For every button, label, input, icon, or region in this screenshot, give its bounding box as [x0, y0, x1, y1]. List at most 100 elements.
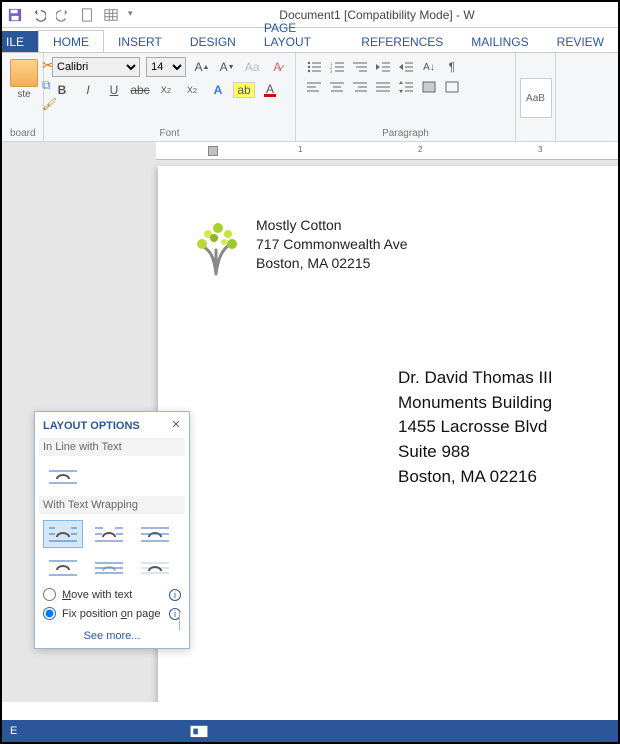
ruler-tick-3: 3 [538, 145, 542, 154]
undo-icon[interactable] [32, 8, 46, 22]
sort-icon[interactable]: A↓ [419, 57, 439, 77]
status-macro-icon[interactable] [190, 723, 208, 739]
show-marks-icon[interactable]: ¶ [442, 57, 462, 77]
layout-through-icon[interactable] [135, 520, 175, 548]
sender-block: Mostly Cotton 717 Commonwealth Ave Bosto… [188, 216, 618, 276]
underline-button[interactable]: U [104, 80, 124, 100]
align-center-icon[interactable] [327, 77, 347, 97]
info-icon[interactable]: i [169, 589, 181, 601]
recipient-suite: Suite 988 [398, 440, 618, 465]
layout-options-panel: ✕ LAYOUT OPTIONS In Line with Text With … [34, 411, 190, 649]
indent-marker-icon[interactable] [208, 146, 218, 156]
paste-icon[interactable] [10, 59, 38, 87]
sender-street: 717 Commonwealth Ave [256, 235, 408, 254]
window-title: Document1 [Compatibility Mode] - W [142, 8, 612, 22]
numbering-icon[interactable]: 123 [327, 57, 347, 77]
font-name-select[interactable]: Calibri [52, 57, 140, 77]
layout-inline-icon[interactable] [43, 462, 83, 490]
fix-position-input[interactable] [43, 607, 56, 620]
close-icon[interactable]: ✕ [169, 418, 183, 432]
clipboard-group-label: board [10, 126, 35, 139]
inline-section-label: In Line with Text [39, 438, 185, 456]
bold-button[interactable]: B [52, 80, 72, 100]
layout-behind-icon[interactable] [89, 554, 129, 582]
layout-topbottom-icon[interactable] [43, 554, 83, 582]
sender-address: Mostly Cotton 717 Commonwealth Ave Bosto… [256, 216, 408, 276]
document-page[interactable]: Mostly Cotton 717 Commonwealth Ave Bosto… [158, 166, 618, 702]
group-paragraph: 123 A↓ ¶ Paragraph [296, 53, 516, 141]
change-case-icon[interactable]: Aa [243, 57, 262, 77]
strikethrough-button[interactable]: abc [130, 80, 150, 100]
redo-icon[interactable] [56, 8, 70, 22]
move-with-text-radio[interactable]: Move with text i [43, 588, 181, 601]
shrink-font-icon[interactable]: A▼ [218, 57, 237, 77]
tab-insert[interactable]: INSERT [104, 31, 176, 52]
ribbon: ste ✂ ⧉ 🖌 board Calibri 14 A▲ A▼ Aa A̷ B… [2, 52, 618, 142]
recipient-street: 1455 Lacrosse Blvd [398, 415, 618, 440]
group-styles: AaB [516, 53, 556, 141]
status-left: E [10, 725, 17, 737]
wrap-section-label: With Text Wrapping [39, 496, 185, 514]
fix-position-radio[interactable]: Fix position on page i [43, 607, 181, 620]
tab-home[interactable]: HOME [38, 30, 104, 52]
layout-front-icon[interactable] [135, 554, 175, 582]
paragraph-row2 [304, 77, 507, 97]
layout-options-title: LAYOUT OPTIONS [43, 420, 181, 432]
sender-name: Mostly Cotton [256, 216, 408, 235]
horizontal-ruler[interactable]: 1 2 3 [156, 142, 618, 160]
font-size-select[interactable]: 14 [146, 57, 186, 77]
ruler-tick-2: 2 [418, 145, 422, 154]
recipient-address: Dr. David Thomas III Monuments Building … [398, 366, 618, 489]
status-bar: E [2, 720, 618, 742]
recipient-name: Dr. David Thomas III [398, 366, 618, 391]
tab-mailings[interactable]: MAILINGS [457, 31, 542, 52]
highlight-icon[interactable]: ab [234, 80, 254, 100]
quick-access-toolbar: ▾ [8, 8, 142, 22]
italic-button[interactable]: I [78, 80, 98, 100]
paste-label: ste [17, 89, 30, 100]
new-icon[interactable] [80, 8, 94, 22]
ribbon-tabs: ILE HOME INSERT DESIGN PAGE LAYOUT REFER… [2, 28, 618, 52]
group-font: Calibri 14 A▲ A▼ Aa A̷ B I U abc X2 X2 A… [44, 53, 296, 141]
paragraph-row1: 123 A↓ ¶ [304, 57, 507, 77]
align-right-icon[interactable] [350, 77, 370, 97]
paragraph-group-label: Paragraph [304, 126, 507, 139]
font-color-icon[interactable]: A [260, 80, 280, 100]
increase-indent-icon[interactable] [396, 57, 416, 77]
multilevel-list-icon[interactable] [350, 57, 370, 77]
clear-formatting-icon[interactable]: A̷ [268, 57, 287, 77]
info-icon[interactable]: i [169, 608, 181, 620]
justify-icon[interactable] [373, 77, 393, 97]
tab-page-layout[interactable]: PAGE LAYOUT [250, 17, 347, 52]
superscript-button[interactable]: X2 [182, 80, 202, 100]
table-icon[interactable] [104, 8, 118, 22]
tree-logo-icon [188, 216, 244, 276]
tab-review[interactable]: REVIEW [543, 31, 618, 52]
tab-file[interactable]: ILE [2, 31, 38, 52]
subscript-button[interactable]: X2 [156, 80, 176, 100]
qat-customize-icon[interactable]: ▾ [128, 8, 142, 22]
move-with-text-input[interactable] [43, 588, 56, 601]
bullets-icon[interactable] [304, 57, 324, 77]
ruler-tick-1: 1 [298, 145, 302, 154]
see-more-link[interactable]: See more... [43, 630, 181, 642]
style-preview[interactable]: AaB [520, 78, 552, 118]
text-effects-icon[interactable]: A [208, 80, 228, 100]
layout-tight-icon[interactable] [89, 520, 129, 548]
decrease-indent-icon[interactable] [373, 57, 393, 77]
tab-design[interactable]: DESIGN [176, 31, 250, 52]
recipient-building: Monuments Building [398, 391, 618, 416]
shading-icon[interactable] [419, 77, 439, 97]
align-left-icon[interactable] [304, 77, 324, 97]
svg-text:3: 3 [330, 69, 333, 73]
font-group-label: Font [52, 126, 287, 139]
save-icon[interactable] [8, 8, 22, 22]
borders-icon[interactable] [442, 77, 462, 97]
layout-square-icon[interactable] [43, 520, 83, 548]
recipient-citystate: Boston, MA 02216 [398, 465, 618, 490]
sender-citystate: Boston, MA 02215 [256, 254, 408, 273]
grow-font-icon[interactable]: A▲ [192, 57, 211, 77]
group-clipboard: ste ✂ ⧉ 🖌 board [2, 53, 44, 141]
line-spacing-icon[interactable] [396, 77, 416, 97]
tab-references[interactable]: REFERENCES [347, 31, 457, 52]
